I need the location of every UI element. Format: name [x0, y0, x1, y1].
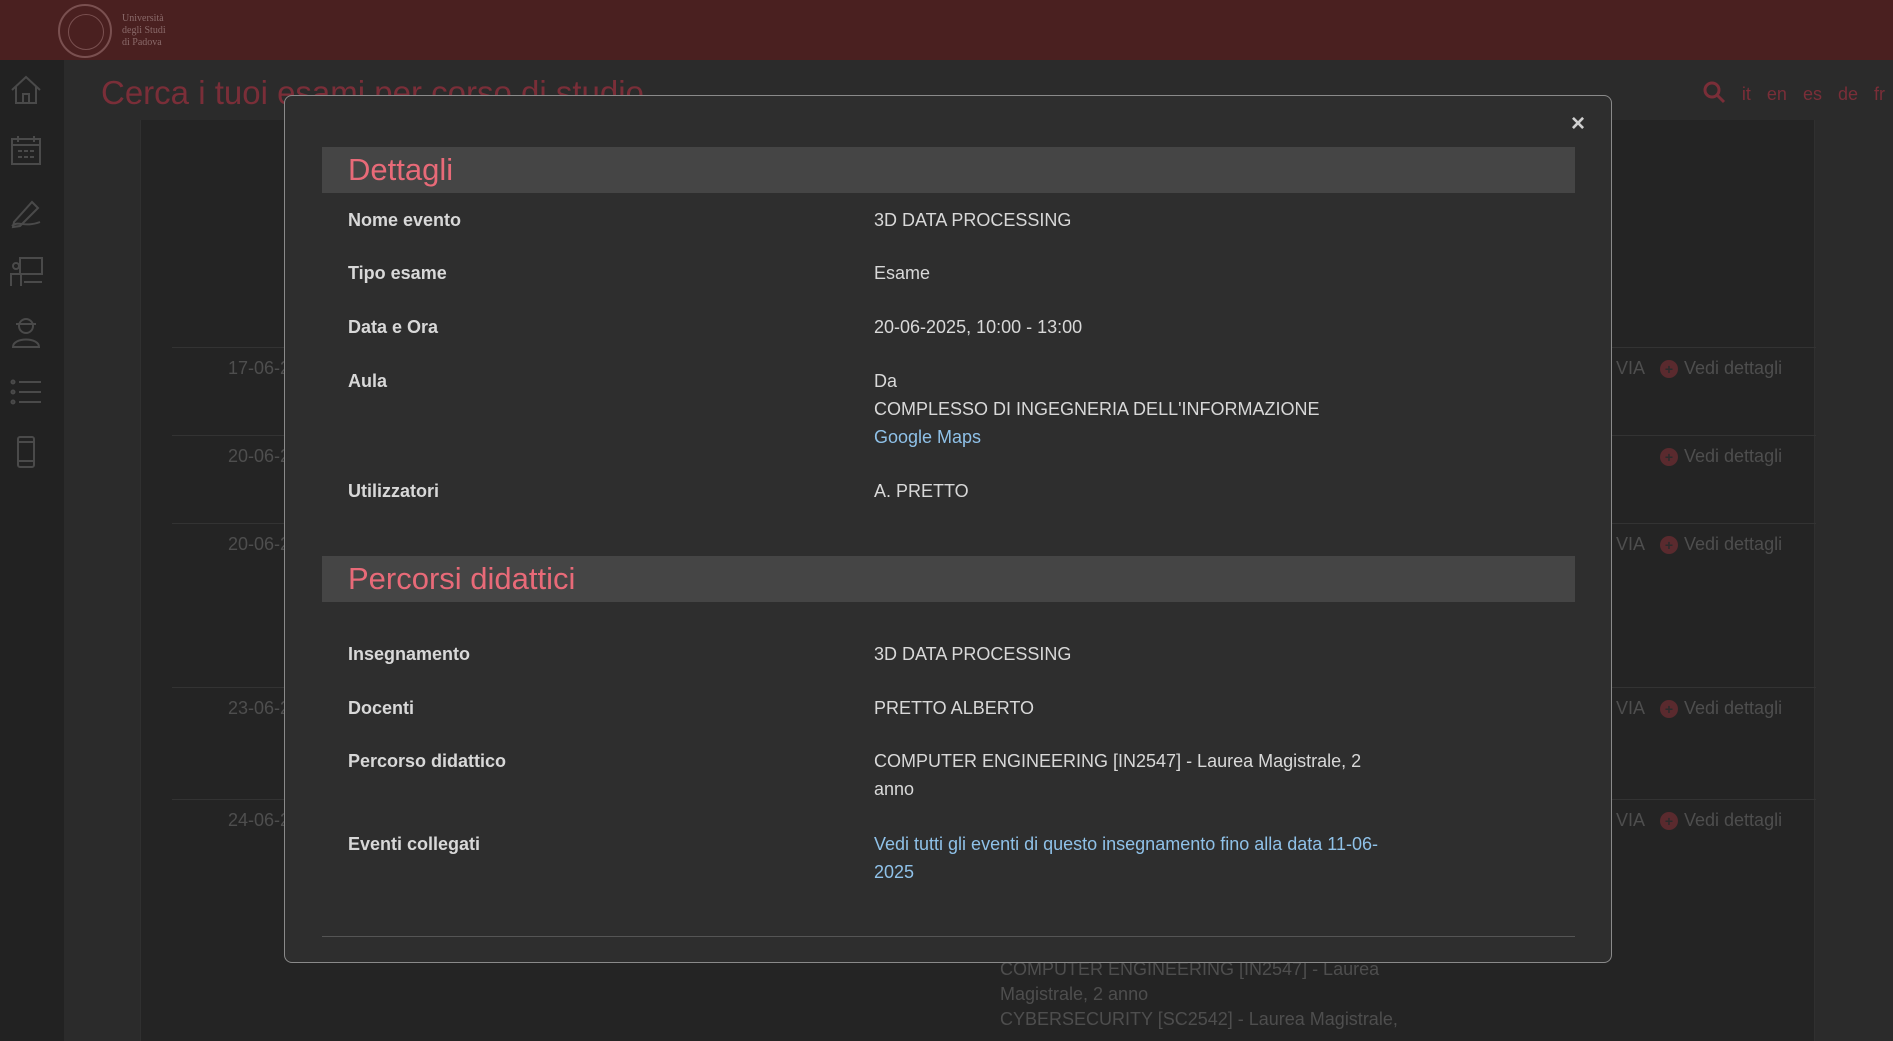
plus-circle-icon: + — [1660, 447, 1678, 466]
details-link-label: Vedi dettagli — [1684, 810, 1783, 830]
search-icon[interactable] — [1702, 80, 1726, 109]
details-link[interactable]: + Vedi dettagli — [1660, 698, 1782, 719]
details-link[interactable]: + Vedi dettagli — [1660, 810, 1782, 831]
row-date: 20-06-2 — [228, 446, 291, 466]
logo-line: degli Studi — [122, 25, 166, 36]
calendar-icon[interactable] — [8, 132, 44, 168]
course-line: Magistrale, 2 anno — [1000, 984, 1149, 1004]
eventi-collegati-link[interactable]: Vedi tutti gli eventi di questo insegnam… — [874, 830, 1394, 886]
top-bar: Università degli Studi di Padova — [0, 0, 1893, 60]
row-date: 17-06-2 — [228, 358, 291, 378]
insegnamento-label: Insegnamento — [348, 644, 471, 664]
plus-circle-icon: + — [1660, 535, 1678, 554]
details-link-label: Vedi dettagli — [1684, 358, 1783, 378]
plus-circle-icon: + — [1660, 699, 1678, 718]
row-date: 20-06-2 — [228, 534, 291, 554]
tipo-esame-label: Tipo esame — [348, 263, 447, 283]
docenti-label: Docenti — [348, 698, 415, 718]
percorsi-heading: Percorsi didattici — [348, 561, 576, 596]
utilizzatori-label: Utilizzatori — [348, 481, 440, 501]
details-heading: Dettagli — [348, 152, 454, 187]
aula-value: Da COMPLESSO DI INGEGNERIA DELL'INFORMAZ… — [874, 367, 1394, 451]
details-link-label: Vedi dettagli — [1684, 534, 1783, 554]
row-date: 23-06-2 — [228, 698, 291, 718]
classroom-icon[interactable] — [8, 254, 44, 290]
background-course-list: COMPUTER ENGINEERING [IN2547] - Laurea M… — [1000, 957, 1420, 1032]
aula-value-line: Da — [874, 371, 898, 391]
lang-de[interactable]: de — [1838, 84, 1858, 105]
home-icon[interactable] — [8, 72, 44, 108]
list-icon[interactable] — [8, 374, 44, 410]
logo-line: di Padova — [122, 37, 162, 48]
university-logo[interactable]: Università degli Studi di Padova — [58, 4, 166, 58]
percorso-label: Percorso didattico — [348, 751, 507, 771]
lang-fr[interactable]: fr — [1874, 84, 1885, 105]
eventi-label: Eventi collegati — [348, 834, 481, 854]
row-via: VIA — [1616, 810, 1646, 830]
course-line: CYBERSECURITY [SC2542] - Laurea Magistra… — [1000, 1009, 1398, 1029]
data-ora-label: Data e Ora — [348, 317, 439, 337]
aula-label: Aula — [348, 371, 388, 391]
lang-es[interactable]: es — [1803, 84, 1822, 105]
logo-line: Università — [122, 13, 164, 24]
row-via: VIA — [1616, 358, 1646, 378]
lang-en[interactable]: en — [1767, 84, 1787, 105]
lang-it[interactable]: it — [1742, 84, 1751, 105]
modal-divider — [322, 936, 1575, 937]
row-date: 24-06-2 — [228, 810, 291, 830]
pen-icon[interactable] — [8, 194, 44, 230]
nome-evento-value: 3D DATA PROCESSING — [874, 210, 1072, 230]
docenti-value: PRETTO ALBERTO — [874, 698, 1035, 718]
google-maps-link[interactable]: Google Maps — [874, 423, 1394, 451]
details-link[interactable]: + Vedi dettagli — [1660, 446, 1782, 467]
mobile-icon[interactable] — [8, 434, 44, 470]
close-button[interactable]: × — [1571, 110, 1585, 138]
row-via: VIA — [1616, 534, 1646, 554]
university-seal-icon — [58, 4, 112, 58]
student-icon[interactable] — [8, 314, 44, 350]
row-via: VIA — [1616, 698, 1646, 718]
aula-building: COMPLESSO DI INGEGNERIA DELL'INFORMAZION… — [874, 399, 1320, 419]
details-section-header: Dettagli — [322, 147, 1575, 193]
percorsi-section-header: Percorsi didattici — [322, 556, 1575, 602]
nome-evento-label: Nome evento — [348, 210, 462, 230]
details-link-label: Vedi dettagli — [1684, 698, 1783, 718]
utilizzatori-value: A. PRETTO — [874, 481, 969, 501]
details-link[interactable]: + Vedi dettagli — [1660, 358, 1782, 379]
logo-text: Università degli Studi di Padova — [122, 13, 166, 49]
plus-circle-icon: + — [1660, 811, 1678, 830]
plus-circle-icon: + — [1660, 359, 1678, 378]
sidebar — [0, 60, 64, 1041]
data-ora-value: 20-06-2025, 10:00 - 13:00 — [874, 317, 1083, 337]
language-bar: it en es de fr — [1702, 80, 1885, 109]
details-link-label: Vedi dettagli — [1684, 446, 1783, 466]
event-details-modal: × Dettagli Nome evento 3D DATA PROCESSIN… — [284, 95, 1612, 963]
percorso-value: COMPUTER ENGINEERING [IN2547] - Laurea M… — [874, 751, 1362, 799]
details-link[interactable]: + Vedi dettagli — [1660, 534, 1782, 555]
tipo-esame-value: Esame — [874, 263, 931, 283]
insegnamento-value: 3D DATA PROCESSING — [874, 644, 1072, 664]
